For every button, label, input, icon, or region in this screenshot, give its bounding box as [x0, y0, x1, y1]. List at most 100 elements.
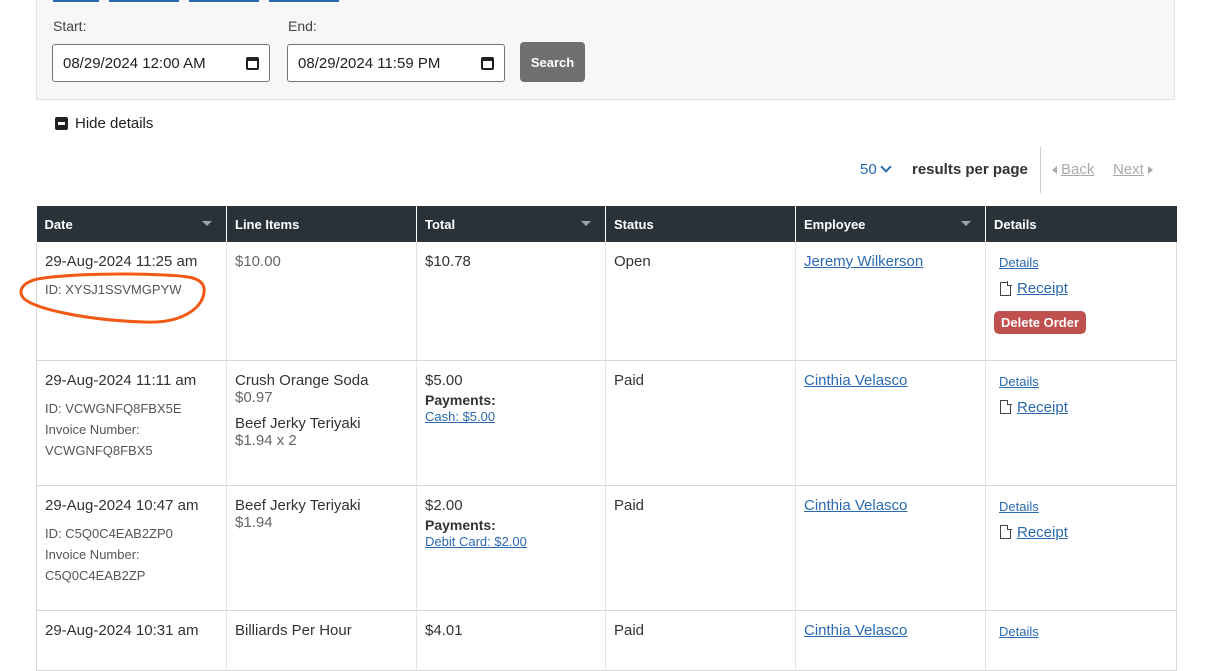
caret-left-icon [1052, 165, 1057, 174]
status-cell: Paid [605, 485, 796, 611]
total-cell: $5.00 Payments: Cash: $5.00 [416, 360, 606, 486]
employee-link[interactable]: Cinthia Velasco [804, 372, 907, 389]
order-date: 29-Aug-2024 11:25 am [45, 253, 198, 270]
date-cell: 29-Aug-2024 10:31 am [36, 610, 227, 671]
employee-cell: Cinthia Velasco [795, 485, 986, 611]
per-page-value: 50 [860, 161, 877, 178]
quick-range-link[interactable] [53, 0, 99, 2]
total-cell: $4.01 [416, 610, 606, 671]
order-status: Paid [614, 371, 645, 389]
collapse-icon [55, 117, 68, 130]
invoice-label: Invoice Number: [45, 421, 140, 437]
line-items-cell: Beef Jerky Teriyaki $1.94 [226, 485, 417, 611]
column-header-employee[interactable]: Employee [795, 206, 986, 242]
details-link[interactable]: Details [999, 499, 1039, 514]
payments-label: Payments: [425, 391, 496, 408]
search-button[interactable]: Search [520, 42, 585, 82]
employee-link[interactable]: Cinthia Velasco [804, 497, 907, 514]
order-id: ID: C5Q0C4EAB2ZP0 [45, 525, 173, 541]
receipt-label: Receipt [1017, 523, 1068, 541]
details-link[interactable]: Details [999, 624, 1039, 639]
order-total: $5.00 [425, 371, 463, 389]
order-status: Open [614, 253, 651, 270]
table-row: 29-Aug-2024 10:47 am ID: C5Q0C4EAB2ZP0 I… [36, 485, 1177, 611]
quick-range-link[interactable] [269, 0, 339, 2]
status-cell: Open [605, 242, 796, 361]
date-cell: 29-Aug-2024 11:25 am ID: XYSJ1SSVMGPYW [36, 242, 227, 361]
end-label: End: [288, 18, 317, 34]
line-item-name: Billiards Per Hour [235, 621, 352, 639]
line-item-name: Crush Orange Soda [235, 371, 369, 389]
calendar-icon[interactable] [481, 56, 494, 70]
document-icon [1000, 524, 1012, 539]
quick-range-link[interactable] [109, 0, 179, 2]
column-header-total[interactable]: Total [416, 206, 606, 242]
order-id: ID: XYSJ1SSVMGPYW [45, 282, 182, 297]
payment-link[interactable]: Cash: $5.00 [425, 409, 495, 424]
line-items-cell: $10.00 [226, 242, 417, 361]
hide-details-toggle[interactable]: Hide details [55, 115, 153, 132]
next-link[interactable]: Next [1113, 161, 1153, 178]
order-id: ID: VCWGNFQ8FBX5E [45, 400, 182, 416]
line-item-name: $10.00 [235, 253, 281, 270]
order-date: 29-Aug-2024 10:47 am [45, 496, 199, 514]
quick-range-link[interactable] [189, 0, 259, 2]
status-cell: Paid [605, 360, 796, 486]
employee-cell: Cinthia Velasco [795, 360, 986, 486]
next-label: Next [1113, 161, 1144, 178]
order-status: Paid [614, 621, 645, 639]
payment-link[interactable]: Debit Card: $2.00 [425, 534, 527, 549]
employee-cell: Jeremy Wilkerson [795, 242, 986, 361]
line-items-cell: Billiards Per Hour [226, 610, 417, 671]
column-header-status: Status [605, 206, 796, 242]
details-link[interactable]: Details [999, 374, 1039, 389]
table-row: 29-Aug-2024 11:11 am ID: VCWGNFQ8FBX5E I… [36, 360, 1177, 486]
receipt-link[interactable]: Receipt [1000, 524, 1168, 541]
order-date: 29-Aug-2024 11:11 am [45, 371, 197, 389]
details-cell: Details Receipt [985, 360, 1177, 486]
back-link[interactable]: Back [1052, 161, 1094, 178]
status-cell: Paid [605, 610, 796, 671]
details-link[interactable]: Details [999, 255, 1039, 270]
receipt-link[interactable]: Receipt [1000, 399, 1168, 416]
sort-caret-icon[interactable] [581, 221, 591, 226]
back-label: Back [1061, 161, 1095, 178]
order-total: $2.00 [425, 496, 463, 514]
calendar-icon[interactable] [246, 56, 259, 70]
orders-table: Date Line Items Total Status Employee De… [36, 206, 1177, 671]
employee-link[interactable]: Cinthia Velasco [804, 622, 907, 639]
start-label: Start: [53, 18, 87, 34]
line-items-cell: Crush Orange Soda $0.97 Beef Jerky Teriy… [226, 360, 417, 486]
column-header-line-items: Line Items [226, 206, 417, 242]
start-date-value: 08/29/2024 12:00 AM [63, 54, 206, 72]
date-filter-panel: Start: 08/29/2024 12:00 AM End: 08/29/20… [36, 0, 1175, 100]
column-header-date[interactable]: Date [36, 206, 227, 242]
receipt-link[interactable]: Receipt [1000, 280, 1168, 297]
end-date-value: 08/29/2024 11:59 PM [298, 54, 441, 72]
order-status: Paid [614, 496, 645, 514]
total-cell: $10.78 [416, 242, 606, 361]
employee-link[interactable]: Jeremy Wilkerson [804, 253, 923, 270]
invoice-number: VCWGNFQ8FBX5 [45, 442, 153, 458]
sort-caret-icon[interactable] [961, 221, 971, 226]
sort-caret-icon[interactable] [202, 221, 212, 226]
order-date: 29-Aug-2024 10:31 am [45, 621, 199, 639]
order-total: $10.78 [425, 253, 471, 270]
document-icon [1000, 281, 1012, 296]
per-page-select[interactable]: 50 [860, 161, 892, 178]
date-cell: 29-Aug-2024 11:11 am ID: VCWGNFQ8FBX5E I… [36, 360, 227, 486]
payments-label: Payments: [425, 516, 496, 533]
document-icon [1000, 399, 1012, 414]
hide-details-label: Hide details [75, 115, 154, 132]
column-header-details: Details [985, 206, 1177, 242]
delete-order-button[interactable]: Delete Order [994, 311, 1087, 334]
details-cell: Details [985, 610, 1177, 671]
total-cell: $2.00 Payments: Debit Card: $2.00 [416, 485, 606, 611]
start-date-input[interactable]: 08/29/2024 12:00 AM [52, 44, 270, 82]
per-page-label: results per page [912, 161, 1028, 178]
table-row: 29-Aug-2024 11:25 am ID: XYSJ1SSVMGPYW $… [36, 242, 1177, 361]
end-date-input[interactable]: 08/29/2024 11:59 PM [287, 44, 505, 82]
receipt-label: Receipt [1017, 280, 1068, 297]
caret-right-icon [1147, 165, 1153, 174]
order-total: $4.01 [425, 621, 463, 639]
